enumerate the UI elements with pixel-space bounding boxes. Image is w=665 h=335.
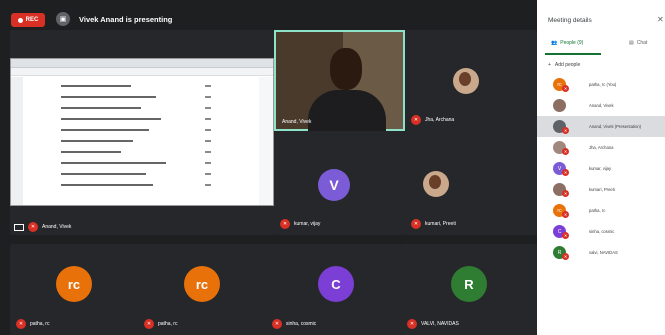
tile-name: patha, rc	[30, 321, 50, 327]
meeting-stage: REC ▣ Vivek Anand is presenting ✕ Anand,…	[0, 0, 537, 335]
mic-off-icon: ✕	[407, 319, 417, 329]
tab-people-label: People (9)	[560, 40, 584, 46]
screen-share-name: Anand, Vivek	[42, 224, 72, 230]
screen-share-icon	[14, 223, 24, 231]
tile-patha-rc-2[interactable]: rc ✕ patha, rc	[138, 244, 266, 335]
tile-name: Jha, Archana	[425, 117, 455, 123]
presenter-name: Anand, Vivek	[282, 119, 312, 125]
avatar	[423, 171, 449, 197]
list-item[interactable]: ✕ Anand, Vivek (Presentation)	[537, 116, 665, 137]
tab-people[interactable]: 👥 People (9)	[551, 40, 583, 46]
presenter-avatar-icon: ▣	[56, 12, 70, 26]
top-bar: REC ▣ Vivek Anand is presenting	[0, 0, 537, 30]
avatar: C	[318, 266, 354, 302]
presenter-head	[330, 48, 362, 90]
pdf-left-sidebar	[11, 77, 23, 205]
list-item[interactable]: ✕ kumari, Preeti	[537, 179, 665, 200]
people-icon: 👥	[551, 40, 558, 46]
tile-nametag: ✕ kumar, vijay	[280, 219, 320, 229]
panel-tabs: 👥 People (9) ▤ Chat	[537, 38, 665, 52]
list-item[interactable]: V ✕ kumar, vijay	[537, 158, 665, 179]
tile-name: patha, rc	[158, 321, 178, 327]
mic-off-icon: ✕	[16, 319, 26, 329]
mic-off-icon: ✕	[28, 222, 38, 232]
document-contents	[61, 83, 211, 193]
mic-off-icon: ✕	[562, 127, 569, 134]
mic-off-icon: ✕	[562, 232, 569, 239]
tile-name: sinha, cosmic	[286, 321, 317, 327]
meeting-details-panel: Meeting details ✕ 👥 People (9) ▤ Chat + …	[537, 0, 665, 335]
tile-kumari-preeti[interactable]: ✕ kumari, Preeti	[405, 131, 537, 235]
participant-name: Anand, Vivek	[589, 103, 614, 108]
tile-kumar-vijay[interactable]: V ✕ kumar, vijay	[274, 131, 405, 235]
participant-name: patha, rc	[589, 208, 606, 213]
presenter-nametag: Anand, Vivek	[282, 119, 311, 125]
tile-nametag: ✕ Jha, Archana	[411, 115, 454, 125]
rec-label: REC	[25, 17, 39, 23]
mic-off-icon: ✕	[562, 253, 569, 260]
participant-name: sinha, cosmic	[589, 229, 615, 234]
participant-name: valvi, NAVIDAS	[589, 250, 618, 255]
tile-sinha-cosmic[interactable]: C ✕ sinha, cosmic	[266, 244, 401, 335]
mic-off-icon: ✕	[411, 219, 421, 229]
active-tab-indicator	[545, 53, 601, 55]
recording-badge: REC	[11, 13, 45, 27]
avatar	[453, 68, 479, 94]
list-item[interactable]: C ✕ sinha, cosmic	[537, 221, 665, 242]
tile-valvi-navidas[interactable]: R ✕ VALVI, NAVIDAS	[401, 244, 537, 335]
presenting-label: Vivek Anand is presenting	[79, 15, 173, 24]
participant-name: kumar, vijay	[589, 166, 612, 171]
tab-chat-label: Chat	[636, 40, 648, 46]
panel-title: Meeting details	[548, 17, 592, 24]
add-person-icon: +	[548, 62, 551, 68]
mic-off-icon: ✕	[562, 190, 569, 197]
pdf-right-sidebar	[259, 77, 273, 205]
pdf-toolbar	[11, 68, 273, 76]
mic-off-icon: ✕	[280, 219, 290, 229]
mic-off-icon: ✕	[272, 319, 282, 329]
chat-icon: ▤	[629, 40, 634, 46]
tile-nametag: ✕ patha, rc	[144, 319, 177, 329]
add-people-label: Add people	[554, 62, 581, 68]
tile-nametag: ✕ sinha, cosmic	[272, 319, 316, 329]
avatar: R	[451, 266, 487, 302]
tile-name: kumar, vijay	[294, 221, 321, 227]
participant-list: rc ✕ patha, rc (You) Anand, Vivek ✕ Anan…	[537, 74, 665, 263]
avatar: rc	[184, 266, 220, 302]
presenter-video-tile[interactable]: Anand, Vivek	[274, 30, 405, 134]
tile-patha-rc-1[interactable]: rc ✕ patha, rc	[10, 244, 138, 335]
add-people-button[interactable]: + Add people	[548, 62, 580, 68]
mic-off-icon: ✕	[562, 169, 569, 176]
shared-screen	[10, 58, 274, 206]
record-dot-icon	[17, 17, 23, 23]
tile-jha-archana[interactable]: ✕ Jha, Archana	[405, 30, 537, 131]
mic-off-icon: ✕	[562, 211, 569, 218]
tile-nametag: ✕ kumari, Preeti	[411, 219, 456, 229]
tile-nametag: ✕ VALVI, NAVIDAS	[407, 319, 459, 329]
avatar: rc	[56, 266, 92, 302]
avatar: V	[318, 169, 350, 201]
mic-off-icon: ✕	[411, 115, 421, 125]
tile-name: VALVI, NAVIDAS	[421, 321, 459, 327]
list-item[interactable]: Anand, Vivek	[537, 95, 665, 116]
browser-chrome	[11, 59, 273, 68]
list-item[interactable]: rc ✕ patha, rc	[537, 200, 665, 221]
presenter-body	[308, 90, 386, 134]
mic-off-icon: ✕	[144, 319, 154, 329]
participant-name: Anand, Vivek (Presentation)	[589, 124, 642, 129]
mic-off-icon: ✕	[562, 148, 569, 155]
participant-name: kumari, Preeti	[589, 187, 615, 192]
tab-chat[interactable]: ▤ Chat	[629, 40, 647, 46]
tile-name: kumari, Preeti	[425, 221, 456, 227]
participant-name: Jha, Archana	[589, 145, 614, 150]
participant-name: patha, rc (You)	[589, 82, 617, 87]
list-item[interactable]: R ✕ valvi, NAVIDAS	[537, 242, 665, 263]
list-item[interactable]: ✕ Jha, Archana	[537, 137, 665, 158]
tile-nametag: ✕ patha, rc	[16, 319, 49, 329]
close-icon[interactable]: ✕	[657, 15, 664, 24]
avatar	[553, 99, 566, 112]
mic-off-icon: ✕	[562, 85, 569, 92]
screen-share-nametag: ✕ Anand, Vivek	[14, 222, 71, 232]
list-item[interactable]: rc ✕ patha, rc (You)	[537, 74, 665, 95]
